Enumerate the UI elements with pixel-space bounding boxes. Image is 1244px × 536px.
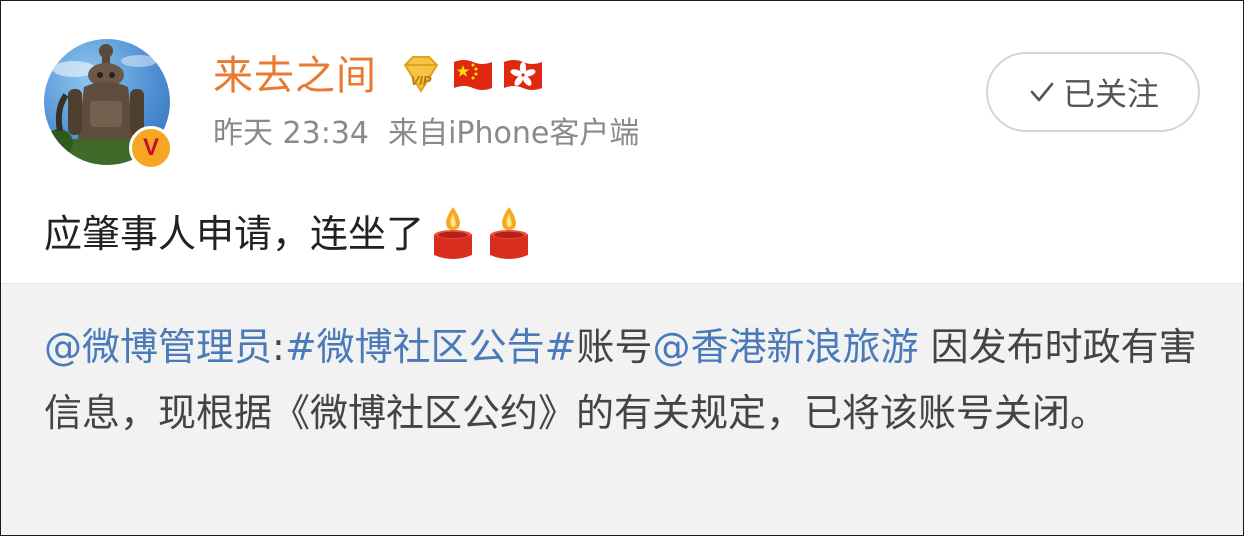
post-time: 昨天 23:34 bbox=[213, 116, 369, 151]
username[interactable]: 来去之间 bbox=[213, 53, 377, 99]
hong-kong-flag-icon bbox=[504, 60, 542, 90]
verified-v-badge: V bbox=[129, 126, 173, 170]
checkmark-icon bbox=[1030, 82, 1054, 102]
weibo-post-card: V 来去之间 VIP 昨天 23:34 来自iPhone客户端 已关注 应肇事人… bbox=[0, 0, 1244, 536]
mention-weibo-admin[interactable]: @微博管理员 bbox=[44, 325, 272, 369]
post-source[interactable]: 来自iPhone客户端 bbox=[388, 116, 639, 151]
mention-account[interactable]: @香港新浪旅游 bbox=[653, 325, 919, 369]
post-content: 应肇事人申请，连坐了 bbox=[44, 205, 530, 263]
post-header: V 来去之间 VIP 昨天 23:34 来自iPhone客户端 已关注 bbox=[1, 1, 1243, 171]
repost-colon: : bbox=[272, 325, 285, 369]
svg-text:VIP: VIP bbox=[411, 73, 432, 88]
post-content-text: 应肇事人申请，连坐了 bbox=[44, 212, 425, 256]
post-meta: 昨天 23:34 来自iPhone客户端 bbox=[213, 115, 639, 153]
repost-account-label: 账号 bbox=[576, 325, 653, 369]
hashtag-community-notice[interactable]: #微博社区公告# bbox=[285, 325, 577, 369]
reposted-content[interactable]: @微博管理员:#微博社区公告#账号@香港新浪旅游 因发布时政有害信息，现根据《微… bbox=[1, 283, 1243, 535]
repost-text: @微博管理员:#微博社区公告#账号@香港新浪旅游 因发布时政有害信息，现根据《微… bbox=[44, 314, 1204, 446]
china-flag-icon bbox=[454, 60, 492, 90]
candle-icon bbox=[434, 207, 473, 259]
following-button[interactable]: 已关注 bbox=[986, 52, 1200, 132]
candle-icon bbox=[490, 207, 529, 259]
vip-icon[interactable]: VIP bbox=[399, 55, 443, 95]
following-button-label: 已关注 bbox=[1062, 75, 1159, 113]
